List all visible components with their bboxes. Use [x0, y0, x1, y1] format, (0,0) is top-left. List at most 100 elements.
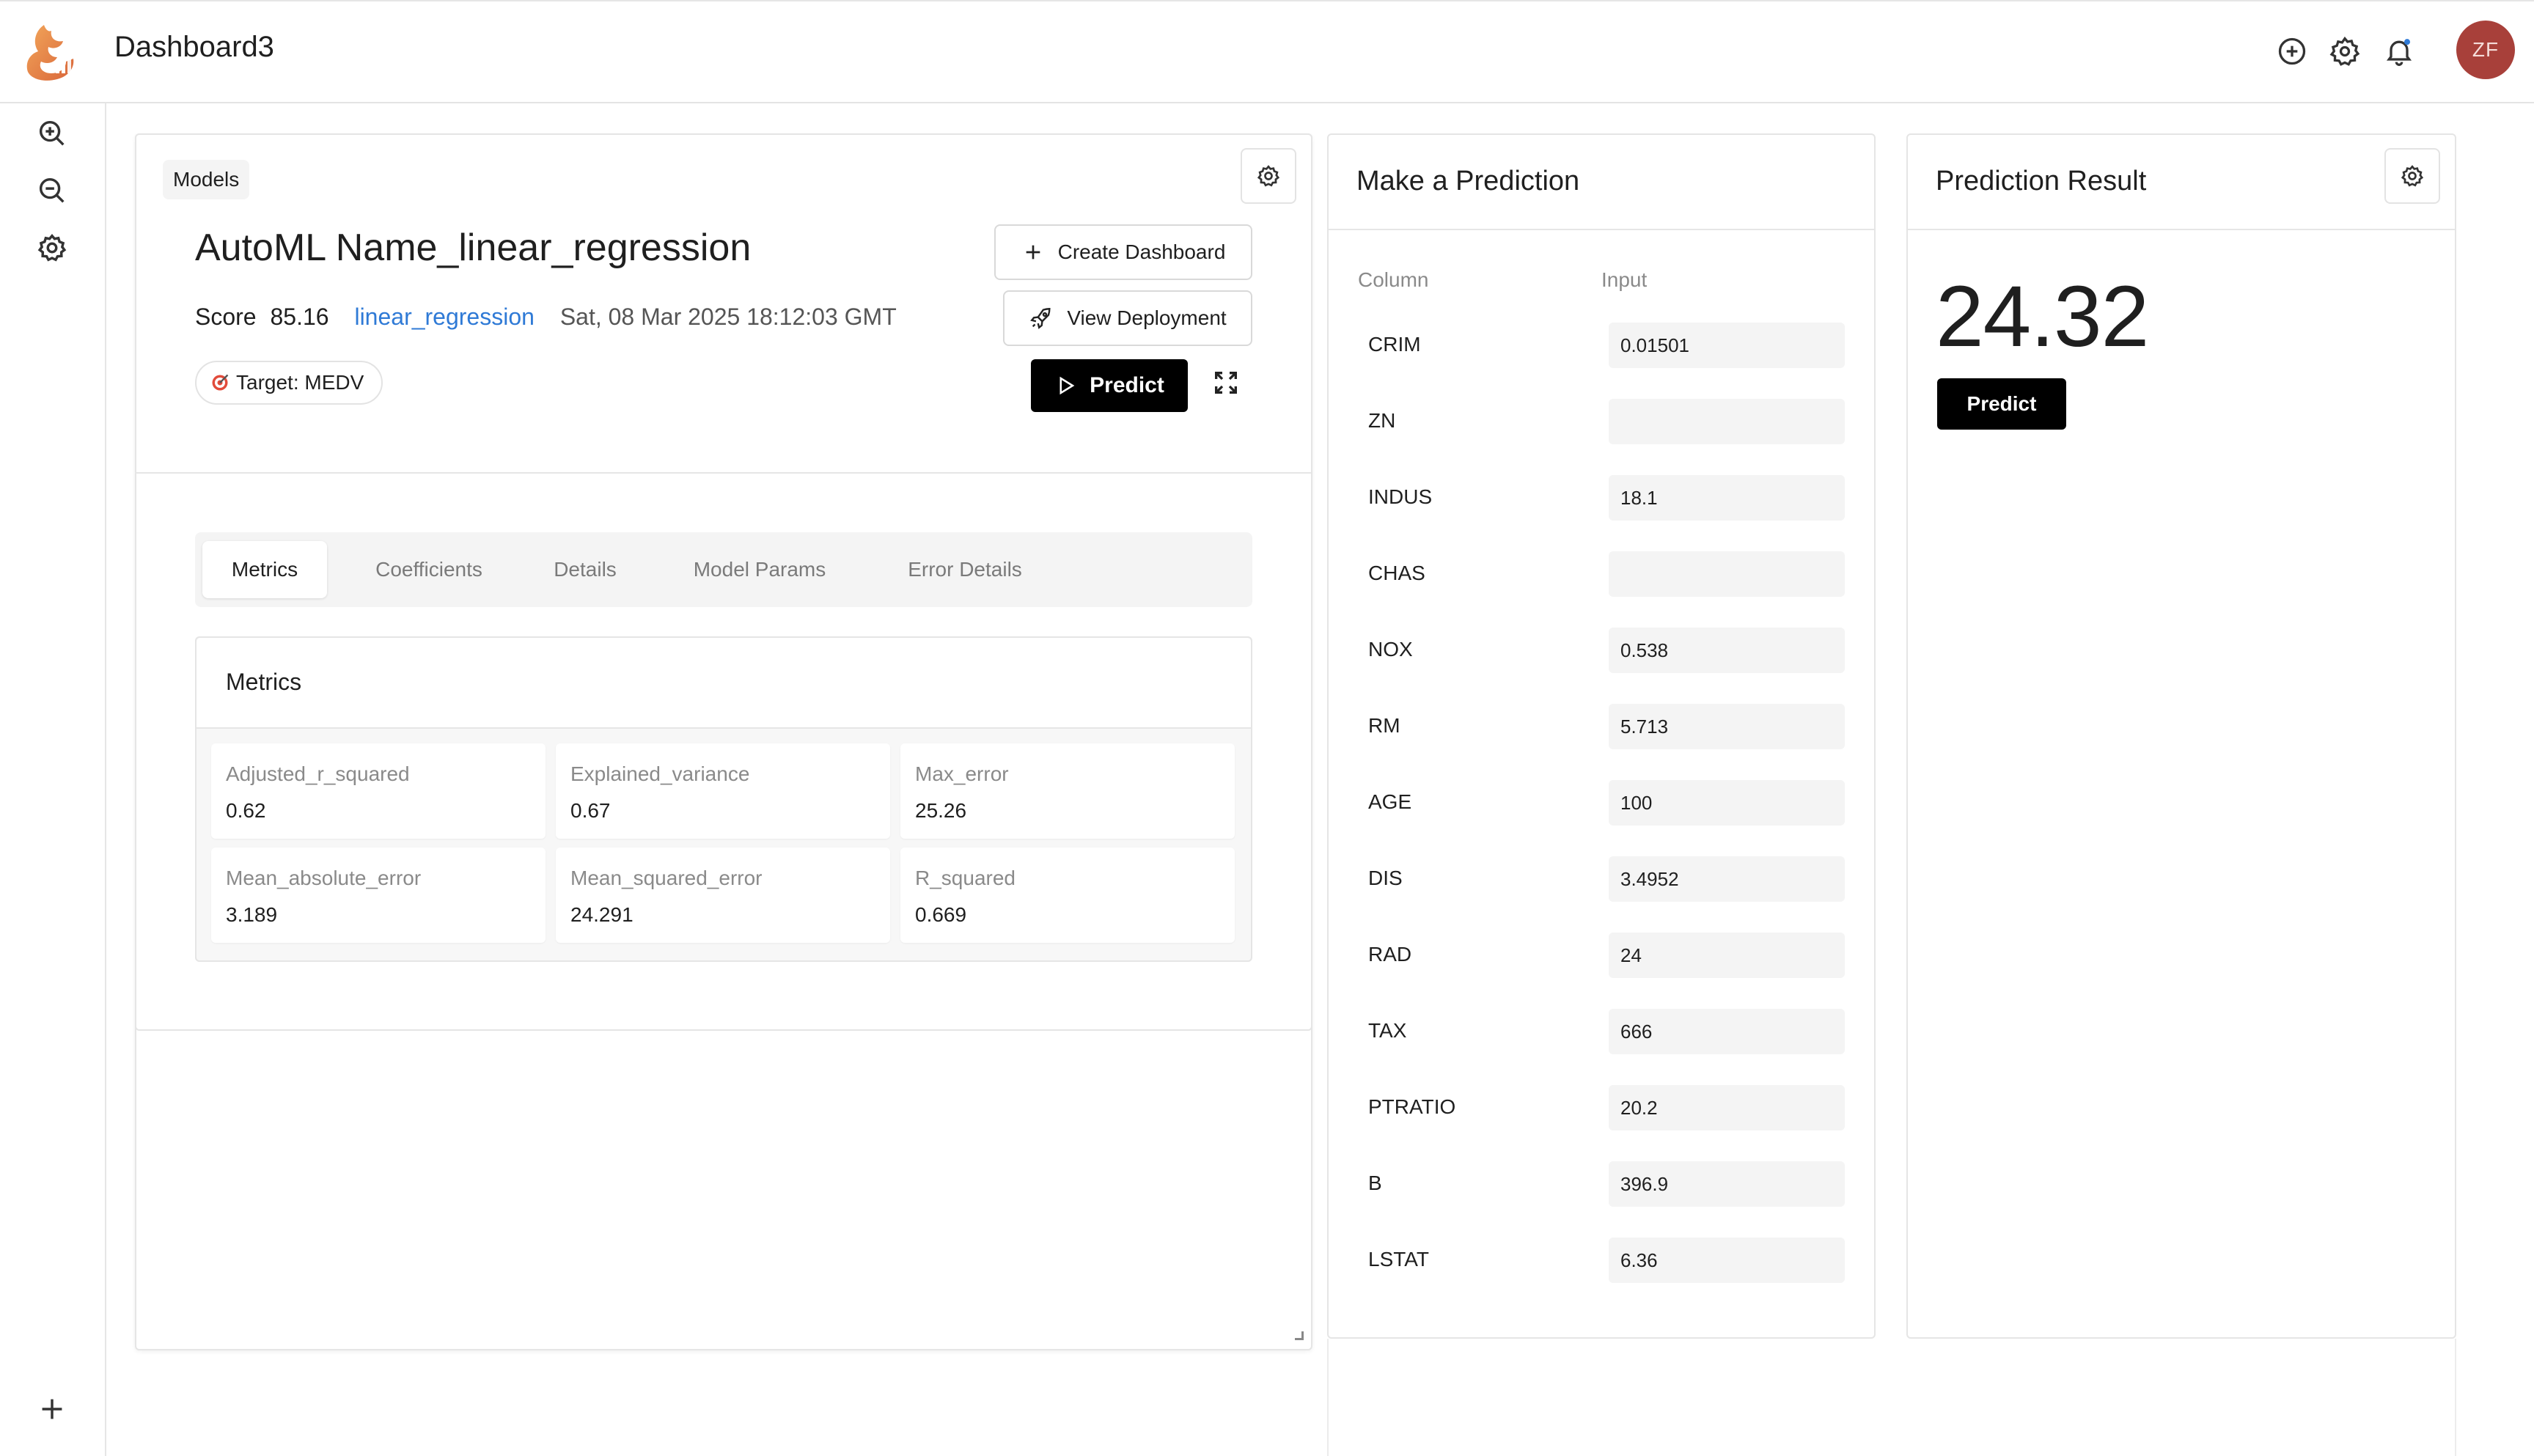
metric-label: Mean_squared_error: [570, 867, 763, 889]
form-column-label: NOX: [1368, 638, 1413, 661]
metric-value: 24.291: [570, 903, 634, 926]
metric-label: R_squared: [915, 867, 1016, 889]
create-dashboard-button[interactable]: Create Dashboard: [994, 224, 1252, 280]
form-input-rad[interactable]: [1609, 933, 1845, 978]
form-input-ptratio[interactable]: [1609, 1085, 1845, 1130]
app-title: Dashboard3: [114, 31, 274, 63]
predict-label: Predict: [1090, 373, 1164, 397]
metric-label: Max_error: [915, 762, 1009, 785]
metric-label: Mean_absolute_error: [226, 867, 422, 889]
add-icon[interactable]: [35, 1392, 69, 1426]
add-circle-icon[interactable]: [2276, 35, 2308, 67]
result-predict-button[interactable]: Predict: [1937, 378, 2066, 430]
form-input-indus[interactable]: [1609, 475, 1845, 521]
form-input-age[interactable]: [1609, 780, 1845, 826]
settings-icon[interactable]: [35, 231, 69, 265]
metric-value: 25.26: [915, 799, 967, 822]
metric-label: Adjusted_r_squared: [226, 762, 410, 785]
metric-value: 0.67: [570, 799, 611, 822]
score-label: Score: [195, 304, 257, 330]
metric-card: Mean_squared_error 24.291: [556, 848, 890, 943]
metric-value: 0.62: [226, 799, 266, 822]
form-input-nox[interactable]: [1609, 628, 1845, 673]
view-deployment-button[interactable]: View Deployment: [1003, 290, 1252, 346]
result-settings-button[interactable]: [2384, 148, 2440, 204]
prediction-result-title: Prediction Result: [1936, 166, 2147, 196]
score-row: Score 85.16 linear_regression Sat, 08 Ma…: [195, 304, 897, 331]
form-input-rm[interactable]: [1609, 704, 1845, 749]
view-deployment-label: View Deployment: [1067, 306, 1227, 329]
metrics-header: Metrics: [197, 638, 1251, 729]
rocket-icon: [1030, 308, 1051, 329]
play-icon: [1059, 376, 1075, 395]
zoom-out-icon[interactable]: [35, 174, 69, 207]
metric-card: Explained_variance 0.67: [556, 743, 890, 839]
form-input-crim[interactable]: [1609, 323, 1845, 368]
tab-metrics[interactable]: Metrics: [202, 541, 327, 598]
model-tabs: Metrics Coefficients Details Model Param…: [195, 532, 1252, 607]
metric-value: 3.189: [226, 903, 278, 926]
resize-handle[interactable]: [1295, 1331, 1304, 1340]
panel-divider: [1908, 229, 2455, 230]
notification-bell-icon[interactable]: [2383, 35, 2415, 67]
score-value: 85.16: [270, 304, 329, 330]
widget-placeholder: [1327, 1339, 2456, 1456]
create-dashboard-label: Create Dashboard: [1057, 240, 1226, 263]
metric-label: Explained_variance: [570, 762, 750, 785]
panel-divider: [1329, 229, 1874, 230]
form-input-tax[interactable]: [1609, 1009, 1845, 1054]
metrics-title: Metrics: [226, 669, 302, 695]
tab-details[interactable]: Details: [534, 541, 636, 598]
metric-card: R_squared 0.669: [900, 848, 1235, 943]
settings-icon: [2401, 165, 2424, 187]
form-column-label: LSTAT: [1368, 1248, 1429, 1271]
tab-error-details[interactable]: Error Details: [880, 541, 1050, 598]
form-column-label: B: [1368, 1172, 1382, 1194]
tab-coefficients[interactable]: Coefficients: [350, 541, 507, 598]
target-label: Target: MEDV: [236, 371, 364, 394]
metric-value: 0.669: [915, 903, 967, 926]
models-chip[interactable]: Models: [163, 160, 250, 199]
metric-card: Max_error 25.26: [900, 743, 1235, 839]
form-input-zn[interactable]: [1609, 399, 1845, 444]
metric-card: Adjusted_r_squared 0.62: [211, 743, 546, 839]
model-timestamp: Sat, 08 Mar 2025 18:12:03 GMT: [559, 304, 897, 330]
form-column-label: ZN: [1368, 409, 1396, 432]
input-header: Input: [1601, 268, 1648, 291]
expand-icon[interactable]: [1211, 368, 1241, 397]
form-column-label: PTRATIO: [1368, 1095, 1456, 1118]
card-settings-button[interactable]: [1241, 148, 1296, 204]
form-column-label: INDUS: [1368, 485, 1433, 508]
form-column-label: CRIM: [1368, 333, 1421, 356]
metric-card: Mean_absolute_error 3.189: [211, 848, 546, 943]
column-header: Column: [1358, 268, 1429, 291]
form-column-label: RM: [1368, 714, 1400, 737]
form-column-label: AGE: [1368, 790, 1412, 813]
form-input-chas[interactable]: [1609, 551, 1845, 597]
form-column-label: CHAS: [1368, 562, 1425, 584]
settings-icon[interactable]: [2329, 35, 2361, 67]
target-badge: Target: MEDV: [195, 361, 383, 405]
section-divider: [135, 472, 1311, 474]
target-icon: [212, 374, 229, 391]
prediction-form-title: Make a Prediction: [1356, 166, 1580, 196]
settings-icon: [1257, 165, 1280, 187]
model-title: AutoML Name_linear_regression: [195, 227, 752, 269]
app-logo[interactable]: [22, 21, 78, 84]
algorithm-link[interactable]: linear_regression: [354, 304, 534, 330]
metrics-panel: Metrics Adjusted_r_squared 0.62 Explaine…: [195, 636, 1252, 962]
form-input-dis[interactable]: [1609, 856, 1845, 902]
zoom-in-icon[interactable]: [35, 117, 69, 150]
form-column-label: TAX: [1368, 1019, 1407, 1042]
form-input-b[interactable]: [1609, 1161, 1845, 1207]
tab-model-params[interactable]: Model Params: [664, 541, 855, 598]
user-avatar[interactable]: ZF: [2456, 21, 2515, 79]
top-bar: Dashboard3 ZF: [0, 0, 2534, 103]
left-sidebar: [0, 103, 106, 1456]
form-input-lstat[interactable]: [1609, 1238, 1845, 1283]
form-column-label: DIS: [1368, 867, 1403, 889]
predict-button[interactable]: Predict: [1031, 359, 1188, 412]
prediction-value: 24.32: [1936, 268, 2149, 365]
plus-icon: [1026, 245, 1040, 260]
form-column-label: RAD: [1368, 943, 1412, 966]
